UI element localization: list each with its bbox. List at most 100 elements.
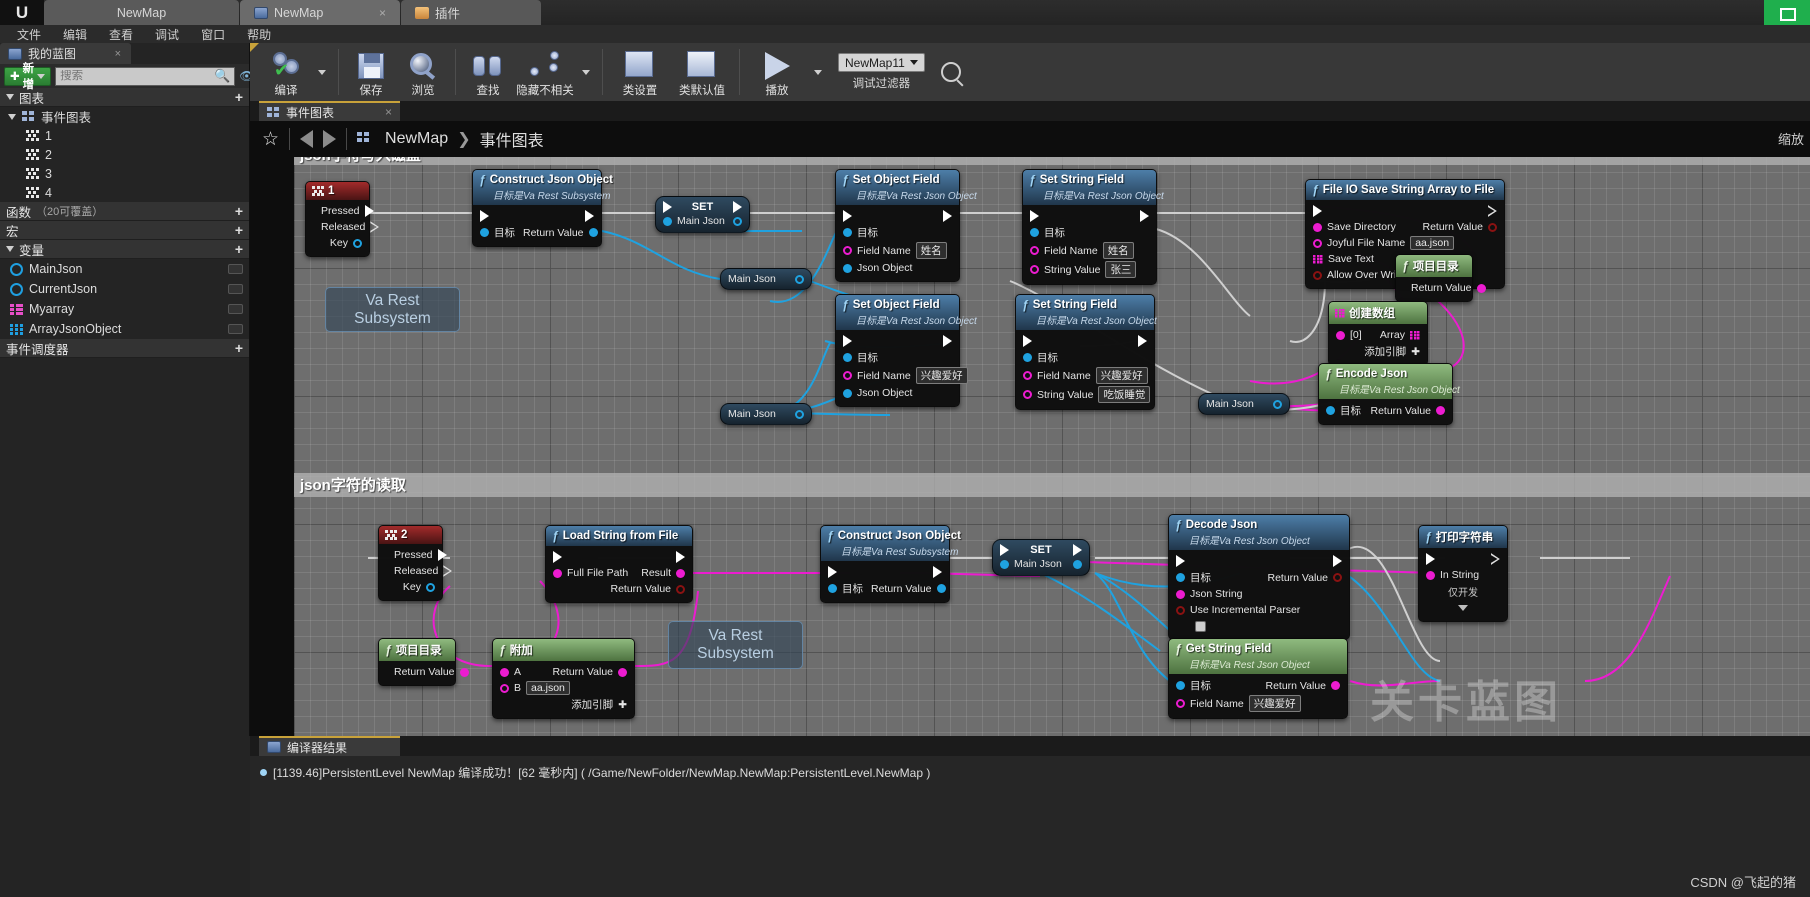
pin-row[interactable]: Field Name 兴趣爱好 [1016, 366, 1154, 385]
return-out-pin[interactable] [618, 667, 627, 677]
menu-item-help[interactable]: 帮助 [236, 25, 282, 44]
return-out-pin[interactable] [1436, 406, 1445, 415]
pin-row[interactable]: Field Name 姓名 [1023, 241, 1156, 260]
pin-row[interactable]: 目标 Return Value [473, 224, 601, 241]
pin-row[interactable]: Full File Path Result [546, 565, 692, 581]
use-incremental-parser-in-pin[interactable] [1176, 605, 1185, 615]
bookmark-star-icon[interactable]: ☆ [262, 128, 279, 151]
variable-visibility-toggle[interactable] [228, 324, 243, 334]
exec-in-pin[interactable] [1000, 544, 1009, 556]
target-in-pin[interactable] [1176, 573, 1185, 582]
section-event-dispatchers[interactable]: 事件调度器 + [0, 339, 249, 358]
menu-item-view[interactable]: 查看 [98, 25, 144, 44]
pin-row[interactable]: 添加引脚 ✚ [1329, 343, 1427, 360]
target-in-pin[interactable] [480, 228, 489, 237]
search-input[interactable] [60, 70, 215, 82]
save-text-array-in-pin[interactable] [1313, 254, 1323, 264]
tree-item-event-graph[interactable]: 事件图表 [0, 107, 249, 126]
field-name-input[interactable]: 兴趣爱好 [915, 367, 968, 384]
event-graph-canvas[interactable]: json字符写入磁盘 json字符的读取 ☆ NewMap ❯ 事件图表 缩放 … [250, 121, 1810, 736]
node-get-string-field[interactable]: ƒ Get String Field 目标是Va Rest Json Objec… [1168, 638, 1348, 719]
pin-row[interactable] [836, 333, 959, 349]
node-project-directory-2[interactable]: ƒ 项目目录 Return Value [378, 638, 469, 686]
value-out-pin[interactable] [795, 274, 804, 284]
play-options-dropdown[interactable] [808, 43, 828, 101]
play-button[interactable]: 播放 [746, 43, 808, 101]
section-macros[interactable]: 宏 + [0, 221, 249, 240]
variable-myarray[interactable]: Myarray [0, 299, 249, 319]
window-tab-document[interactable]: NewMap × [240, 0, 400, 25]
node-set-object-field-2[interactable]: ƒ Set Object Field 目标是Va Rest Json Objec… [835, 294, 977, 407]
return-out-pin[interactable] [1488, 222, 1497, 232]
append-a-in-pin[interactable] [500, 667, 509, 677]
comment-box-read[interactable]: json字符的读取 [294, 473, 1810, 497]
exec-out-pin[interactable] [676, 551, 685, 563]
string-value-in-pin[interactable] [1030, 265, 1039, 274]
pin-row[interactable]: Main Json [656, 214, 749, 232]
browse-button[interactable]: 浏览 [397, 43, 449, 101]
target-in-pin[interactable] [1030, 228, 1039, 237]
pin-row[interactable] [1016, 333, 1154, 349]
pin-row[interactable]: Return Value [546, 581, 692, 597]
variable-visibility-toggle[interactable] [228, 284, 243, 294]
pin-row[interactable] [1419, 551, 1507, 567]
exec-out-pin[interactable] [1491, 553, 1500, 565]
class-settings-button[interactable]: 类设置 [609, 43, 671, 101]
node-set-1[interactable]: SET Main Json [655, 196, 750, 233]
add-new-button[interactable]: ✚ 新增 [4, 63, 52, 91]
exec-in-pin[interactable] [1030, 210, 1039, 222]
result-out-pin[interactable] [676, 568, 685, 578]
pin-row[interactable]: Main Json [721, 404, 811, 424]
pin-row[interactable]: B aa.json [493, 680, 634, 696]
variable-currentjson[interactable]: CurrentJson [0, 279, 249, 299]
tab-compiler-results[interactable]: 编译器结果 [259, 736, 400, 756]
exec-out-pin[interactable] [733, 201, 742, 213]
string-value-input[interactable]: 张三 [1105, 261, 1137, 278]
variable-visibility-toggle[interactable] [228, 304, 243, 314]
pin-row[interactable]: 目标 Return Value [1169, 569, 1349, 586]
pin-row[interactable]: Save Directory Return Value [1306, 219, 1504, 235]
menu-item-edit[interactable]: 编辑 [52, 25, 98, 44]
pin-row[interactable]: Main Json [993, 557, 1089, 575]
va-rest-subsystem-box-2[interactable]: Va Rest Subsystem [668, 621, 803, 669]
tab-my-blueprint[interactable]: 我的蓝图 × [0, 43, 131, 64]
in-string-in-pin[interactable] [1426, 570, 1435, 580]
exec-out-pin[interactable] [1333, 555, 1342, 567]
pin-row[interactable]: Field Name 姓名 [836, 241, 959, 260]
pin-row[interactable]: 目标 Return Value [1169, 677, 1347, 694]
node-get-mainjson-3[interactable]: Main Json [1198, 393, 1290, 415]
json-string-in-pin[interactable] [1176, 589, 1185, 599]
pin-row[interactable]: 目标 Return Value [1319, 402, 1452, 419]
exec-out-pin[interactable] [1140, 210, 1149, 222]
back-arrow-icon[interactable] [300, 130, 314, 148]
compiler-results-panel[interactable]: [1139.46]PersistentLevel NewMap 编译成功！[62… [250, 756, 1810, 897]
value-out-pin[interactable] [733, 216, 742, 226]
menu-item-window[interactable]: 窗口 [190, 25, 236, 44]
node-append[interactable]: ƒ 附加 A Return Value B aa.json 添加引脚 ✚ [492, 638, 635, 719]
add-pin-button[interactable]: ✚ [618, 699, 627, 711]
field-name-input[interactable]: 姓名 [915, 242, 947, 259]
field-name-input[interactable]: 姓名 [1102, 242, 1134, 259]
node-decode-json[interactable]: ƒ Decode Json 目标是Va Rest Json Object 目标 … [1168, 514, 1350, 640]
pin-row[interactable] [1169, 618, 1349, 634]
return-out-pin[interactable] [459, 667, 469, 677]
string-value-input[interactable]: 吃饭睡觉 [1098, 386, 1151, 403]
pin-row[interactable]: Released [306, 219, 369, 235]
exec-out-pin[interactable] [1138, 335, 1147, 347]
va-rest-subsystem-box-1[interactable]: Va Rest Subsystem [325, 287, 460, 332]
node-print-string[interactable]: ƒ 打印字符串 In String 仅开发 [1418, 525, 1508, 622]
pin-row[interactable]: 目标 [1023, 224, 1156, 241]
hide-unrelated-dropdown[interactable] [576, 43, 596, 101]
array-item-in-pin[interactable] [1336, 330, 1345, 340]
target-in-pin[interactable] [828, 584, 837, 593]
exec-out-pin[interactable] [437, 549, 447, 561]
pin-row[interactable] [546, 549, 692, 565]
node-set-2[interactable]: SET Main Json [992, 539, 1090, 576]
section-variables[interactable]: 变量 + [0, 240, 249, 259]
pin-row[interactable]: 目标 [836, 349, 959, 366]
exec-in-pin[interactable] [828, 566, 837, 578]
field-name-input[interactable]: 兴趣爱好 [1095, 367, 1148, 384]
return-out-pin[interactable] [1476, 283, 1486, 293]
node-project-directory-1[interactable]: ƒ 项目目录 Return Value [1395, 254, 1486, 302]
exec-in-pin[interactable] [1426, 553, 1435, 565]
